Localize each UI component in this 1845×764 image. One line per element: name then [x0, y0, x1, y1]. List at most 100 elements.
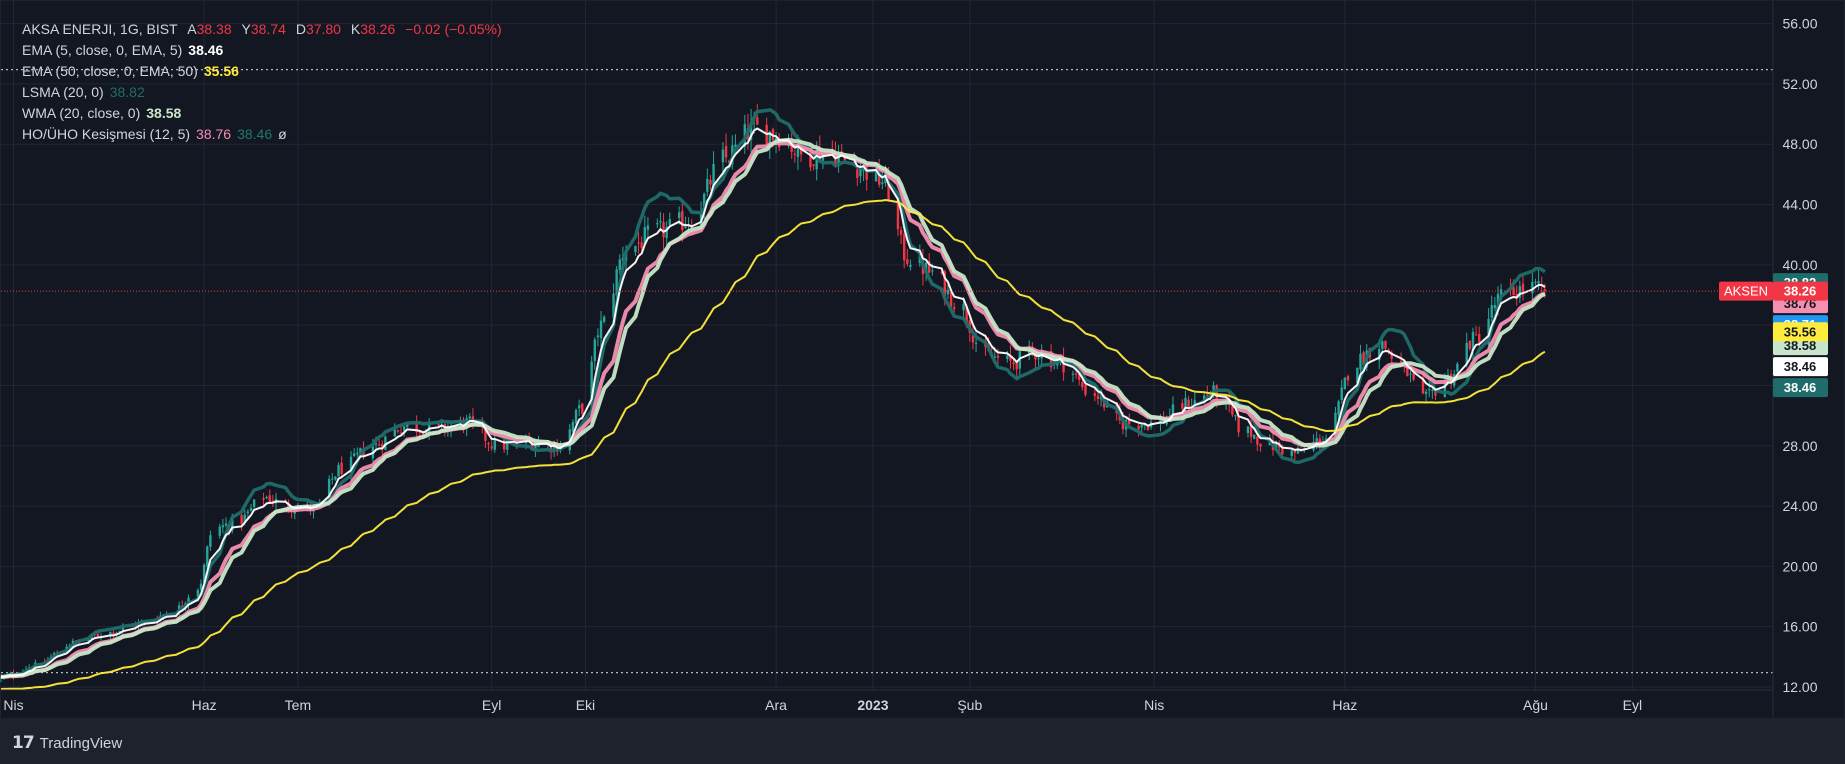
- candle-body: [902, 234, 906, 261]
- legend-ema5-row[interactable]: EMA (5, close, 0, EMA, 5) 38.46: [22, 40, 502, 61]
- candle-body: [502, 439, 506, 450]
- x-tick-label: Ara: [765, 697, 787, 713]
- legend-low-value: 37.80: [305, 21, 341, 37]
- candle-body: [1081, 382, 1084, 388]
- candle-body: [662, 222, 665, 238]
- candle-body: [1093, 393, 1097, 396]
- candle-body: [268, 495, 271, 503]
- price-label-text: 35.56: [1784, 324, 1817, 339]
- legend-maribbon-value-slow: 38.46: [237, 126, 273, 142]
- legend-lsma-row[interactable]: LSMA (20, 0) 38.82: [22, 82, 502, 103]
- legend-ema50-label: EMA (50, close, 0, EMA, 50): [22, 63, 198, 79]
- legend-symbol: AKSA ENERJI, 1G, BIST: [22, 21, 178, 37]
- candle-body: [218, 526, 221, 536]
- candle-body: [1384, 340, 1387, 349]
- candle-body: [1084, 384, 1087, 395]
- legend-maribbon-value-empty: ø: [278, 126, 287, 142]
- candle-body: [240, 515, 243, 525]
- y-tick-label: 56.00: [1782, 16, 1817, 32]
- legend-symbol-row[interactable]: AKSA ENERJI, 1G, BIST A38.38 Y38.74 D37.…: [22, 19, 502, 40]
- candle-body: [1346, 376, 1350, 381]
- legend-lsma-value: 38.82: [109, 84, 145, 100]
- candle-body: [209, 535, 212, 547]
- candle-body: [334, 476, 337, 480]
- candle-body: [996, 355, 1000, 358]
- candle-body: [1012, 362, 1015, 364]
- legend-lsma-label: LSMA (20, 0): [22, 84, 104, 100]
- candle-body: [881, 182, 884, 184]
- candle-body: [593, 339, 596, 361]
- candle-body: [221, 525, 225, 528]
- candle-body: [1412, 373, 1415, 380]
- candle-body: [249, 507, 253, 511]
- candle-body: [493, 439, 496, 450]
- candle-body: [1428, 389, 1431, 391]
- candle-body: [599, 320, 603, 339]
- legend-ema5-label: EMA (5, close, 0, EMA, 5): [22, 42, 183, 58]
- candle-body: [96, 633, 100, 637]
- candle-body: [668, 219, 671, 225]
- candle-body: [252, 499, 256, 507]
- x-tick-label: Eyl: [1623, 697, 1642, 713]
- candle-body: [1290, 450, 1293, 457]
- candle-body: [581, 403, 584, 414]
- x-tick-label: Tem: [285, 697, 311, 713]
- x-tick-label: Şub: [957, 697, 982, 713]
- candle-body: [1234, 415, 1237, 417]
- legend-ema5-value: 38.46: [188, 42, 224, 58]
- candle-body: [684, 226, 687, 229]
- candle-body: [1478, 333, 1481, 343]
- legend-wma-row[interactable]: WMA (20, close, 0) 38.58: [22, 103, 502, 124]
- x-tick-label: Eyl: [482, 697, 501, 713]
- candle-body: [377, 444, 381, 446]
- x-tick-label: Nis: [1144, 697, 1164, 713]
- candle-body: [265, 497, 268, 499]
- candle-body: [1253, 434, 1256, 439]
- candle-body: [974, 343, 978, 345]
- candle-body: [602, 316, 606, 322]
- candle-body: [962, 304, 965, 311]
- y-tick-label: 44.00: [1782, 197, 1817, 213]
- chart-legend: AKSA ENERJI, 1G, BIST A38.38 Y38.74 D37.…: [22, 19, 502, 145]
- candle-body: [437, 424, 440, 426]
- candle-body: [1424, 391, 1428, 395]
- candle-body: [724, 146, 728, 158]
- candle-body: [1534, 281, 1537, 283]
- candle-body: [1468, 341, 1472, 349]
- legend-change: −0.02 (−0.05%): [405, 21, 502, 37]
- candle-body: [1071, 373, 1075, 375]
- candle-body: [931, 270, 934, 272]
- candle-body: [706, 179, 709, 192]
- candle-body: [1493, 305, 1497, 309]
- x-tick-label: Haz: [1332, 697, 1357, 713]
- tradingview-branding[interactable]: 𝟭𝟳 TradingView: [12, 733, 122, 753]
- tradingview-name: TradingView: [39, 734, 123, 752]
- candle-body: [1231, 406, 1234, 415]
- legend-ema50-row[interactable]: EMA (50, close, 0, EMA, 50) 35.56: [22, 61, 502, 82]
- legend-maribbon-label: HO/ÜHO Kesişmesi (12, 5): [22, 126, 191, 142]
- legend-high-value: 38.74: [250, 21, 286, 37]
- candle-body: [262, 498, 265, 500]
- candle-body: [656, 223, 659, 225]
- candle-body: [952, 307, 956, 309]
- candle-body: [721, 149, 725, 163]
- legend-close-label: K: [350, 21, 361, 37]
- candle-body: [1237, 416, 1240, 433]
- legend-maribbon-row[interactable]: HO/ÜHO Kesişmesi (12, 5) 38.76 38.46 ø: [22, 124, 502, 145]
- candle-body: [618, 259, 621, 270]
- y-tick-label: 12.00: [1782, 679, 1817, 695]
- legend-maribbon-value-fast: 38.76: [196, 126, 232, 142]
- y-tick-label: 48.00: [1782, 136, 1817, 152]
- candle-body: [856, 169, 859, 178]
- candle-body: [1181, 403, 1184, 409]
- legend-ema50-value: 35.56: [203, 63, 239, 79]
- candle-body: [756, 117, 759, 125]
- y-tick-label: 52.00: [1782, 76, 1817, 92]
- candle-body: [709, 179, 712, 185]
- x-tick-label: Haz: [192, 697, 217, 713]
- candle-body: [1340, 387, 1343, 400]
- candle-body: [1171, 404, 1175, 415]
- x-tick-label: 2023: [857, 697, 888, 713]
- y-tick-label: 20.00: [1782, 558, 1817, 574]
- candle-body: [1537, 281, 1540, 284]
